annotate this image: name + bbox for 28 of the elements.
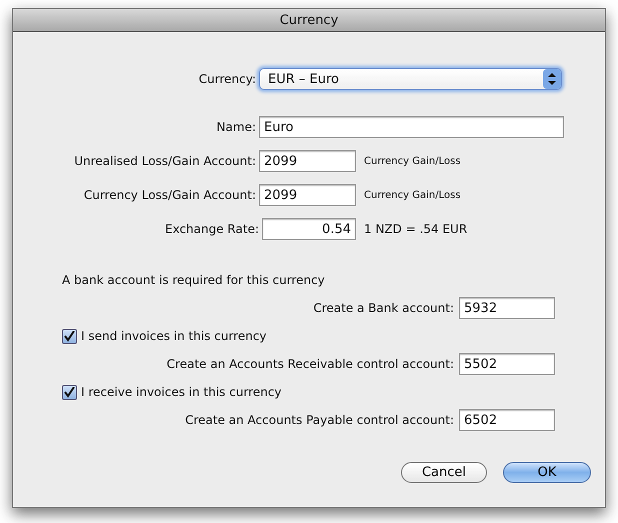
cancel-button[interactable]: Cancel	[401, 462, 487, 483]
field-label: Currency Loss/Gain Account:	[82, 188, 257, 202]
field-label: Create an Accounts Receivable control account:	[166, 357, 455, 371]
text-field[interactable]: 5502	[459, 353, 555, 375]
text-field[interactable]: 0.54	[262, 218, 356, 240]
account-note: 1 NZD = .54 EUR	[364, 222, 468, 236]
bank-notice: A bank account is required for this currency	[61, 273, 325, 287]
field-label: Currency:	[198, 72, 257, 86]
checkbox-label: I send invoices in this currency	[81, 329, 267, 343]
text-field[interactable]: 6502	[459, 409, 555, 431]
text-field[interactable]: 5932	[459, 297, 555, 319]
account-note: Currency Gain/Loss	[364, 156, 461, 166]
text-field[interactable]: 2099	[259, 184, 356, 206]
text-field[interactable]: 2099	[259, 150, 356, 172]
field-label: Name:	[216, 120, 257, 134]
checkbox[interactable]	[62, 328, 77, 344]
text-field[interactable]: Euro	[259, 116, 564, 138]
updown-arrows-icon	[543, 69, 561, 89]
field-label: Unrealised Loss/Gain Account:	[73, 154, 257, 168]
ok-button[interactable]: OK	[503, 462, 591, 483]
currency-select[interactable]: EUR – Euro	[259, 68, 562, 90]
field-label: Create an Accounts Payable control account:	[184, 413, 455, 427]
field-label: Create a Bank account:	[312, 301, 455, 315]
account-note: Currency Gain/Loss	[364, 190, 461, 200]
window-title: Currency	[280, 12, 338, 28]
field-label: Exchange Rate:	[164, 222, 260, 236]
checkbox-label: I receive invoices in this currency	[81, 385, 282, 399]
checkbox[interactable]	[62, 384, 77, 400]
